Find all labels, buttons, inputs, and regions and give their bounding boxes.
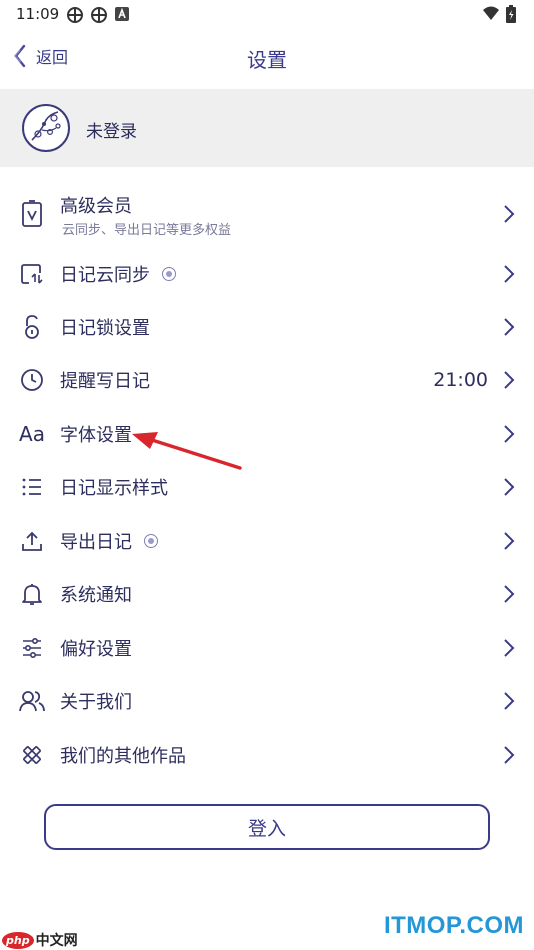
font-icon: Aa [19,421,45,446]
chevron-right-icon [504,745,515,764]
menu-item-display-style[interactable]: 日记显示样式 [0,460,534,513]
status-time: 11:09 [16,5,60,23]
menu-item-label: 字体设置 [60,424,132,446]
chevron-right-icon [504,264,515,283]
menu-item-label: 高级会员 [60,196,132,217]
chevron-right-icon [504,691,515,710]
status-bar: 11:09 [0,0,534,30]
bell-icon [19,581,45,607]
menu-item-label: 系统通知 [60,584,132,606]
list-icon [19,474,45,500]
menu-item-reminder[interactable]: 提醒写日记 21:00 [0,353,534,406]
design-tools-icon [19,742,45,768]
reminder-time-value: 21:00 [433,368,488,391]
premium-badge-icon [162,266,176,281]
php-cn-watermark: php 中文网 [2,930,78,950]
menu-item-cloud-sync[interactable]: 日记云同步 [0,247,534,300]
sliders-icon [19,635,45,661]
itmop-watermark: ITMOP.COM [383,912,524,939]
menu-item-export[interactable]: 导出日记 [0,514,534,567]
clock-icon [19,367,45,393]
vip-card-icon [19,200,45,227]
chevron-right-icon [504,638,515,657]
menu-item-label: 提醒写日记 [60,370,150,392]
battery-icon [506,5,516,23]
menu-item-subtitle: 云同步、导出日记等更多权益 [62,223,232,238]
profile-card[interactable]: 未登录 [0,89,534,167]
menu-item-label: 日记锁设置 [60,317,150,339]
menu-item-label: 我们的其他作品 [60,745,186,767]
menu-item-vip[interactable]: 高级会员 云同步、导出日记等更多权益 [0,186,534,242]
menu-item-label: 导出日记 [60,528,158,554]
menu-item-font[interactable]: Aa 字体设置 [0,407,534,460]
nav-bar: 返回 设置 [0,36,534,80]
chevron-right-icon [504,584,515,603]
plum-blossom-icon [31,111,61,141]
menu-item-about[interactable]: 关于我们 [0,674,534,727]
app-notification-icon [91,7,107,23]
menu-item-notification[interactable]: 系统通知 [0,567,534,620]
menu-item-other-works[interactable]: 我们的其他作品 [0,728,534,781]
menu-item-label: 关于我们 [60,691,132,713]
php-cn-text: 中文网 [35,933,78,949]
upload-icon [19,528,45,554]
menu-item-label: 日记显示样式 [60,477,168,499]
chevron-right-icon [504,531,515,550]
avatar [22,104,70,152]
chevron-right-icon [504,424,515,443]
lock-icon [19,314,45,340]
menu-item-label: 日记云同步 [60,261,176,287]
menu-item-label: 偏好设置 [60,638,132,660]
login-button[interactable]: 登入 [44,804,490,850]
chevron-right-icon [504,205,515,223]
menu-item-lock[interactable]: 日记锁设置 [0,300,534,353]
chevron-right-icon [504,477,515,496]
chevron-right-icon [504,370,515,389]
users-icon [19,688,45,714]
wifi-icon [483,6,499,20]
page-title: 设置 [247,48,287,72]
premium-badge-icon [144,533,158,548]
php-logo: php [2,931,34,949]
profile-name: 未登录 [86,122,137,142]
app-notification-icon [67,7,83,23]
chevron-right-icon [504,317,515,336]
menu-item-preferences[interactable]: 偏好设置 [0,621,534,674]
letter-a-icon [115,7,129,21]
cloud-sync-icon [19,261,45,287]
